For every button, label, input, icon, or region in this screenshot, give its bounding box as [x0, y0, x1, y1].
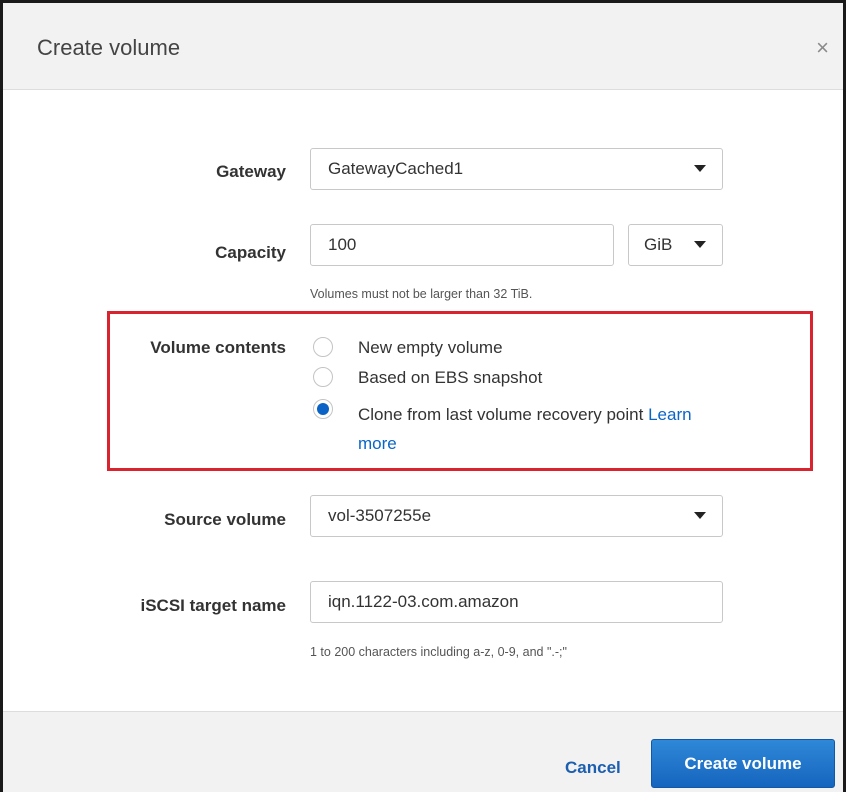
source-volume-select[interactable]: vol-3507255e	[310, 495, 723, 537]
gateway-label: Gateway	[216, 162, 286, 181]
radio-label-clone-recovery-point: Clone from last volume recovery point Le…	[358, 400, 778, 458]
chevron-down-icon	[694, 241, 706, 248]
capacity-unit-value: GiB	[644, 235, 673, 254]
capacity-hint: Volumes must not be larger than 32 TiB.	[310, 287, 533, 301]
create-volume-dialog: Create volume × Gateway GatewayCached1 C…	[0, 0, 846, 792]
capacity-unit-select[interactable]: GiB	[628, 224, 723, 266]
radio-clone-recovery-point[interactable]	[313, 399, 333, 419]
volume-contents-label: Volume contents	[150, 338, 286, 357]
gateway-select-value: GatewayCached1	[328, 159, 464, 178]
iscsi-target-value: iqn.1122-03.com.amazon	[328, 592, 519, 611]
source-volume-value: vol-3507255e	[328, 506, 432, 525]
radio-label-clone-text: Clone from last volume recovery point	[358, 405, 644, 424]
iscsi-target-hint: 1 to 200 characters including a-z, 0-9, …	[310, 645, 567, 659]
source-volume-label: Source volume	[164, 510, 286, 529]
radio-label-new-empty-volume: New empty volume	[358, 338, 503, 357]
gateway-select[interactable]: GatewayCached1	[310, 148, 723, 190]
radio-ebs-snapshot[interactable]	[313, 367, 333, 387]
close-icon[interactable]: ×	[816, 37, 829, 59]
dialog-footer: Cancel Create volume	[3, 711, 843, 792]
create-volume-button[interactable]: Create volume	[651, 739, 835, 788]
capacity-input[interactable]: 100	[310, 224, 614, 266]
dialog-header: Create volume ×	[3, 3, 843, 90]
cancel-button[interactable]: Cancel	[565, 758, 621, 778]
iscsi-target-input[interactable]: iqn.1122-03.com.amazon	[310, 581, 723, 623]
chevron-down-icon	[694, 165, 706, 172]
capacity-label: Capacity	[215, 243, 286, 262]
radio-label-ebs-snapshot: Based on EBS snapshot	[358, 368, 543, 387]
dialog-title: Create volume	[37, 35, 181, 60]
capacity-input-value: 100	[328, 235, 357, 254]
radio-new-empty-volume[interactable]	[313, 337, 333, 357]
iscsi-target-label: iSCSI target name	[140, 596, 287, 615]
chevron-down-icon	[694, 512, 706, 519]
